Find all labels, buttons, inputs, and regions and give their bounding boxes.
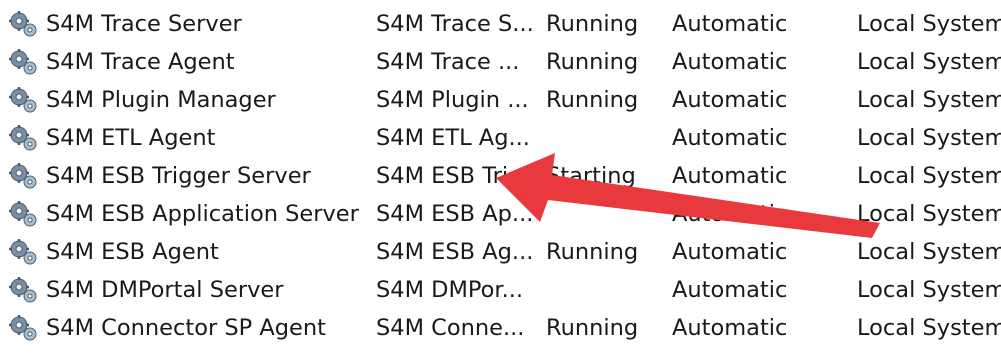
- service-startup-type: Automatic: [672, 315, 788, 341]
- service-log-on-as: Local System: [857, 49, 1001, 75]
- service-startup-type: Automatic: [672, 87, 788, 113]
- service-gear-icon: [8, 276, 38, 304]
- service-startup-type: Automatic: [672, 125, 788, 151]
- service-row[interactable]: S4M DMPortal Server S4M DMPor... Automat…: [0, 271, 1001, 309]
- service-log-on-as: Local System: [857, 125, 1001, 151]
- service-description: S4M ESB Ap...: [376, 201, 534, 227]
- service-name: S4M Trace Agent: [46, 49, 235, 75]
- service-log-on-as: Local System: [857, 11, 1001, 37]
- service-row[interactable]: S4M ESB Trigger Server S4M ESB Tri... St…: [0, 157, 1001, 195]
- service-name: S4M ESB Agent: [46, 239, 219, 265]
- service-row[interactable]: S4M ETL Agent S4M ETL Ag... Automatic Lo…: [0, 119, 1001, 157]
- service-name: S4M Trace Server: [46, 11, 242, 37]
- service-log-on-as: Local System: [857, 87, 1001, 113]
- service-startup-type: Automatic: [672, 11, 788, 37]
- service-gear-icon: [8, 162, 38, 190]
- service-status: Starting: [546, 163, 636, 189]
- service-description: S4M Trace ...: [376, 49, 520, 75]
- service-description: S4M DMPor...: [376, 277, 524, 303]
- service-row[interactable]: S4M Connector SP Agent S4M Conne... Runn…: [0, 309, 1001, 347]
- service-description: S4M Trace S...: [376, 11, 534, 37]
- service-status: [546, 271, 666, 309]
- service-status: Running: [546, 87, 639, 113]
- service-gear-icon: [8, 200, 38, 228]
- service-row[interactable]: S4M Plugin Manager S4M Plugin ... Runnin…: [0, 81, 1001, 119]
- service-row[interactable]: S4M ESB Application Server S4M ESB Ap...…: [0, 195, 1001, 233]
- service-status: Running: [546, 315, 639, 341]
- service-description: S4M Conne...: [376, 315, 525, 341]
- service-name: S4M ESB Trigger Server: [46, 163, 311, 189]
- service-description: S4M ESB Ag...: [376, 239, 534, 265]
- service-name: S4M DMPortal Server: [46, 277, 284, 303]
- service-gear-icon: [8, 86, 38, 114]
- services-list: S4M Trace Server S4M Trace S... Running …: [0, 0, 1001, 360]
- service-log-on-as: Local System: [857, 163, 1001, 189]
- service-gear-icon: [8, 314, 38, 342]
- service-name: S4M ESB Application Server: [46, 201, 359, 227]
- service-startup-type: Automatic: [672, 277, 788, 303]
- service-status: Running: [546, 49, 639, 75]
- service-description: S4M Plugin ...: [376, 87, 529, 113]
- service-description: S4M ETL Ag...: [376, 125, 530, 151]
- service-startup-type: Automatic: [672, 49, 788, 75]
- service-status: Running: [546, 239, 639, 265]
- service-startup-type: Automatic: [672, 239, 788, 265]
- service-description: S4M ESB Tri...: [376, 163, 530, 189]
- service-row[interactable]: S4M Trace Server S4M Trace S... Running …: [0, 5, 1001, 43]
- service-log-on-as: Local System: [857, 239, 1001, 265]
- service-status: [546, 195, 666, 233]
- service-gear-icon: [8, 124, 38, 152]
- service-gear-icon: [8, 238, 38, 266]
- service-status: Running: [546, 11, 639, 37]
- service-row[interactable]: S4M ESB Agent S4M ESB Ag... Running Auto…: [0, 233, 1001, 271]
- service-log-on-as: Local System: [857, 315, 1001, 341]
- service-name: S4M Plugin Manager: [46, 87, 276, 113]
- service-name: S4M ETL Agent: [46, 125, 216, 151]
- service-startup-type: Automatic: [672, 201, 788, 227]
- service-row[interactable]: S4M Trace Agent S4M Trace ... Running Au…: [0, 43, 1001, 81]
- service-log-on-as: Local System: [857, 201, 1001, 227]
- service-gear-icon: [8, 48, 38, 76]
- service-name: S4M Connector SP Agent: [46, 315, 326, 341]
- service-status: [546, 119, 666, 157]
- service-gear-icon: [8, 10, 38, 38]
- service-startup-type: Automatic: [672, 163, 788, 189]
- service-log-on-as: Local System: [857, 277, 1001, 303]
